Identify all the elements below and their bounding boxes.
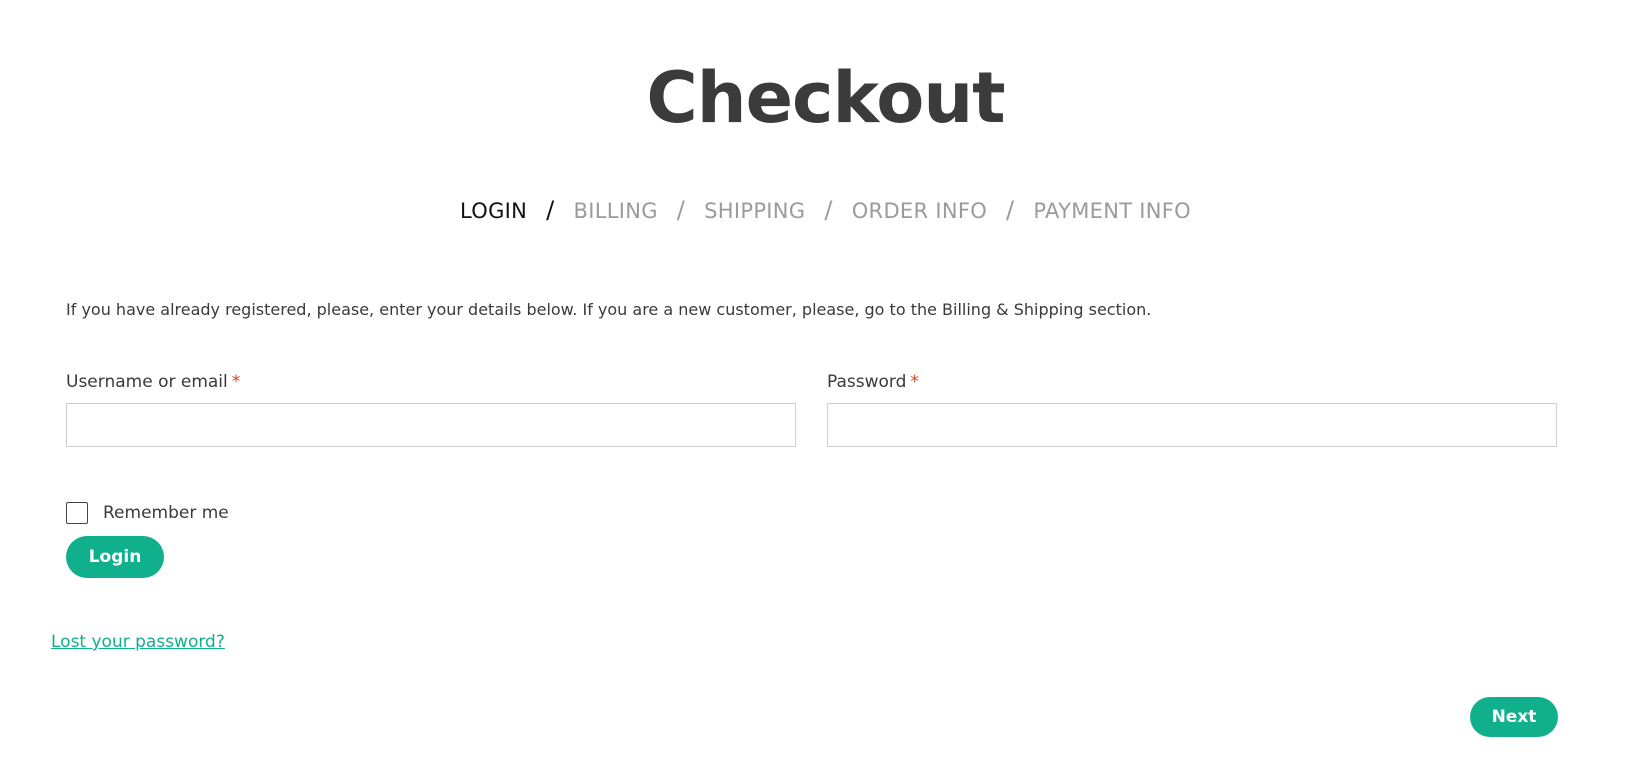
page-title: Checkout — [646, 57, 1005, 139]
password-label-text: Password — [827, 372, 907, 392]
intro-text: If you have already registered, please, … — [66, 300, 1152, 319]
step-separator: / — [546, 196, 555, 224]
step-shipping[interactable]: SHIPPING — [704, 199, 805, 223]
username-label: Username or email * — [66, 372, 240, 392]
username-label-text: Username or email — [66, 372, 228, 392]
password-label: Password * — [827, 372, 919, 392]
step-billing[interactable]: BILLING — [574, 199, 658, 223]
step-separator: / — [676, 196, 686, 224]
required-mark: * — [231, 372, 241, 392]
step-payment-info[interactable]: PAYMENT INFO — [1033, 199, 1191, 223]
remember-me-row: Remember me — [66, 502, 229, 524]
step-order-info[interactable]: ORDER INFO — [852, 199, 987, 223]
checkout-steps: LOGIN / BILLING / SHIPPING / ORDER INFO … — [0, 196, 1651, 224]
username-input[interactable] — [66, 403, 796, 447]
password-input[interactable] — [827, 403, 1557, 447]
step-login[interactable]: LOGIN — [460, 199, 527, 223]
remember-me-label[interactable]: Remember me — [103, 503, 229, 523]
step-separator: / — [1006, 196, 1015, 224]
login-button[interactable]: Login — [66, 536, 164, 578]
step-separator: / — [824, 196, 833, 224]
next-button[interactable]: Next — [1470, 697, 1558, 737]
required-mark: * — [910, 372, 919, 392]
lost-password-link[interactable]: Lost your password? — [51, 632, 225, 652]
remember-me-checkbox[interactable] — [66, 502, 88, 524]
